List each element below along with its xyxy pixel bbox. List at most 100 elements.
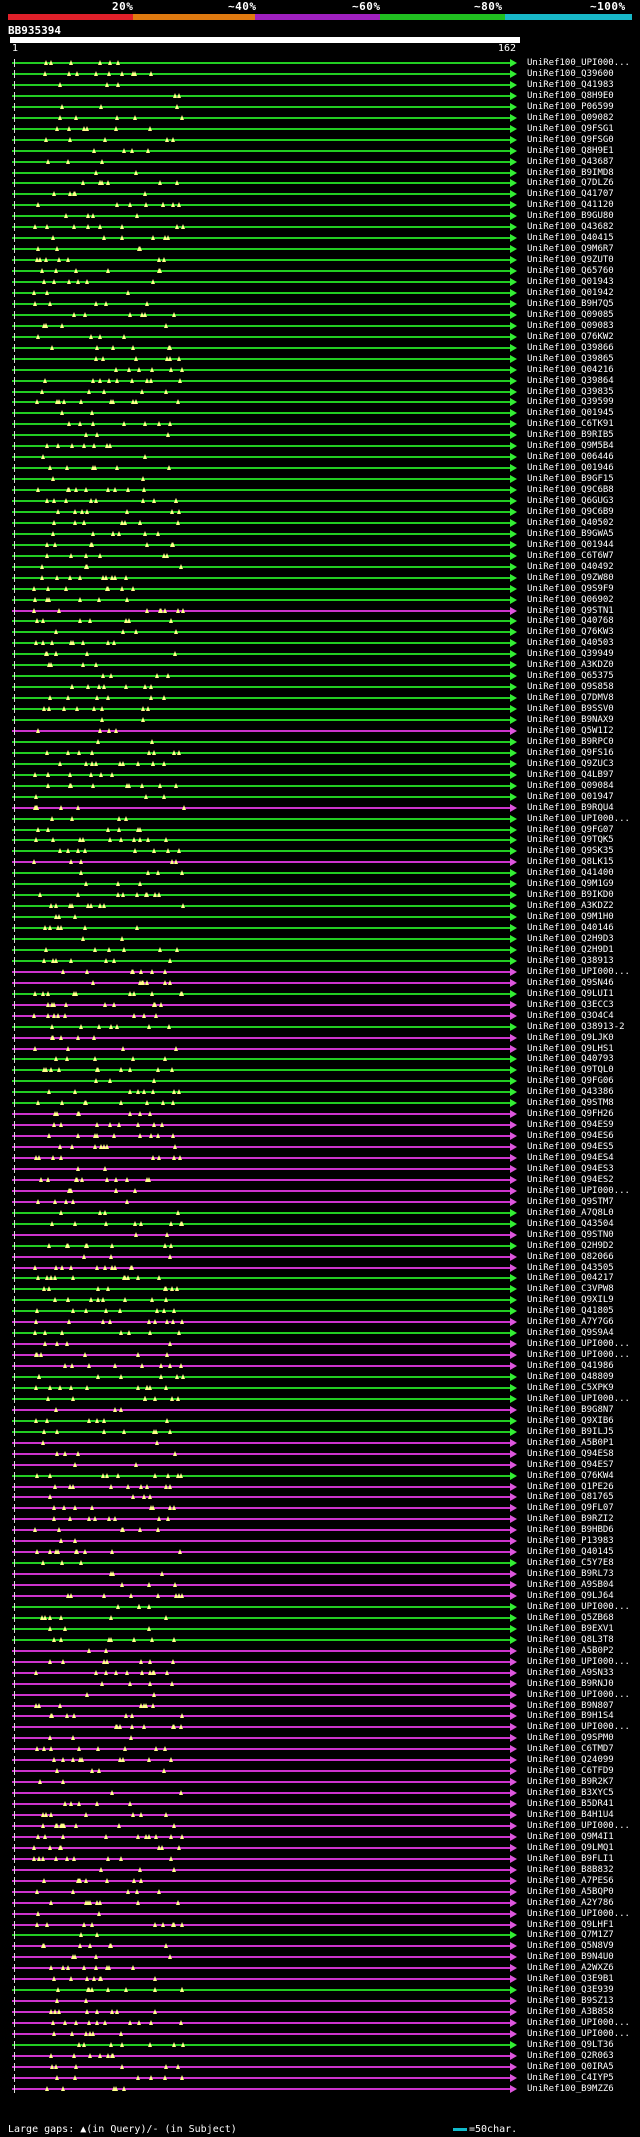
hit-row[interactable]: UniRef100_Q5W1I2	[0, 726, 640, 737]
hit-row[interactable]: UniRef100_Q94ES9	[0, 1120, 640, 1131]
hit-name-link[interactable]: UniRef100_Q9STM8	[527, 1098, 614, 1109]
hit-name-link[interactable]: UniRef100_Q9LMQ1	[527, 1843, 614, 1854]
hit-name-link[interactable]: UniRef100_B9SSV0	[527, 704, 614, 715]
hit-row[interactable]: UniRef100_B9GU80	[0, 211, 640, 222]
hit-name-link[interactable]: UniRef100_Q39835	[527, 387, 614, 398]
hit-row[interactable]: UniRef100_B8B832	[0, 1865, 640, 1876]
hit-row[interactable]: UniRef100_Q40502	[0, 518, 640, 529]
hit-name-link[interactable]: UniRef100_Q7DLZ6	[527, 178, 614, 189]
hit-row[interactable]: UniRef100_UPI000...	[0, 1909, 640, 1920]
hit-name-link[interactable]: UniRef100_Q2R063	[527, 2051, 614, 2062]
hit-name-link[interactable]: UniRef100_Q43687	[527, 157, 614, 168]
hit-name-link[interactable]: UniRef100_B9EXV1	[527, 1624, 614, 1635]
hit-row[interactable]: UniRef100_Q09085	[0, 310, 640, 321]
hit-name-link[interactable]: UniRef100_Q39599	[527, 397, 614, 408]
hit-row[interactable]: UniRef100_B9R2K7	[0, 1777, 640, 1788]
hit-name-link[interactable]: UniRef100_C3VPW8	[527, 1284, 614, 1295]
hit-row[interactable]: UniRef100_Q94ES8	[0, 1449, 640, 1460]
hit-name-link[interactable]: UniRef100_B9R2K7	[527, 1777, 614, 1788]
hit-name-link[interactable]: UniRef100_Q7DMV8	[527, 693, 614, 704]
hit-row[interactable]: UniRef100_UPI000...	[0, 1394, 640, 1405]
hit-name-link[interactable]: UniRef100_Q9STN1	[527, 606, 614, 617]
hit-row[interactable]: UniRef100_A5B0P2	[0, 1646, 640, 1657]
hit-row[interactable]: UniRef100_B9H7Q5	[0, 299, 640, 310]
hit-name-link[interactable]: UniRef100_Q01946	[527, 463, 614, 474]
hit-name-link[interactable]: UniRef100_B8B832	[527, 1865, 614, 1876]
hit-name-link[interactable]: UniRef100_Q9SK35	[527, 846, 614, 857]
hit-name-link[interactable]: UniRef100_Q9STM7	[527, 1197, 614, 1208]
hit-name-link[interactable]: UniRef100_Q94ES6	[527, 1131, 614, 1142]
hit-row[interactable]: UniRef100_Q9M1H0	[0, 912, 640, 923]
hit-row[interactable]: UniRef100_Q5ZB68	[0, 1613, 640, 1624]
hit-row[interactable]: UniRef100_Q38913	[0, 956, 640, 967]
hit-name-link[interactable]: UniRef100_Q65760	[527, 266, 614, 277]
hit-row[interactable]: UniRef100_Q9TQK5	[0, 835, 640, 846]
hit-name-link[interactable]: UniRef100_Q01943	[527, 277, 614, 288]
hit-row[interactable]: UniRef100_Q9FSG0	[0, 135, 640, 146]
hit-row[interactable]: UniRef100_Q3ECC3	[0, 1000, 640, 1011]
hit-row[interactable]: UniRef100_B3XYC5	[0, 1788, 640, 1799]
hit-row[interactable]: UniRef100_Q3O4C4	[0, 1011, 640, 1022]
hit-name-link[interactable]: UniRef100_B9IKD0	[527, 890, 614, 901]
hit-row[interactable]: UniRef100_B9RPC0	[0, 737, 640, 748]
hit-name-link[interactable]: UniRef100_Q9SPM0	[527, 1733, 614, 1744]
hit-row[interactable]: UniRef100_Q9S858	[0, 682, 640, 693]
hit-row[interactable]: UniRef100_UPI000...	[0, 58, 640, 69]
hit-name-link[interactable]: UniRef100_B9NAX9	[527, 715, 614, 726]
hit-row[interactable]: UniRef100_UPI000...	[0, 1690, 640, 1701]
hit-row[interactable]: UniRef100_B9GWA5	[0, 529, 640, 540]
hit-row[interactable]: UniRef100_UPI000...	[0, 1339, 640, 1350]
hit-row[interactable]: UniRef100_Q4LB97	[0, 770, 640, 781]
hit-row[interactable]: UniRef100_Q9FSG1	[0, 124, 640, 135]
hit-row[interactable]: UniRef100_A3KDZ0	[0, 660, 640, 671]
hit-name-link[interactable]: UniRef100_B3XYC5	[527, 1788, 614, 1799]
hit-row[interactable]: UniRef100_Q8H9E0	[0, 91, 640, 102]
hit-name-link[interactable]: UniRef100_Q39865	[527, 354, 614, 365]
hit-row[interactable]: UniRef100_B9HBD6	[0, 1525, 640, 1536]
hit-row[interactable]: UniRef100_C3VPW8	[0, 1284, 640, 1295]
hit-row[interactable]: UniRef100_B9SZ13	[0, 1996, 640, 2007]
hit-name-link[interactable]: UniRef100_Q9XIL9	[527, 1295, 614, 1306]
hit-row[interactable]: UniRef100_UPI000...	[0, 814, 640, 825]
hit-row[interactable]: UniRef100_Q94ES4	[0, 1153, 640, 1164]
hit-row[interactable]: UniRef100_Q81765	[0, 1492, 640, 1503]
hit-name-link[interactable]: UniRef100_Q3O4C4	[527, 1011, 614, 1022]
hit-name-link[interactable]: UniRef100_B9RNJ0	[527, 1679, 614, 1690]
hit-name-link[interactable]: UniRef100_B9N4U0	[527, 1952, 614, 1963]
hit-name-link[interactable]: UniRef100_Q65375	[527, 671, 614, 682]
hit-name-link[interactable]: UniRef100_Q9STN0	[527, 1230, 614, 1241]
hit-name-link[interactable]: UniRef100_Q2H9D3	[527, 934, 614, 945]
hit-row[interactable]: UniRef100_A2WXZ6	[0, 1963, 640, 1974]
hit-row[interactable]: UniRef100_Q7M1Z7	[0, 1930, 640, 1941]
hit-row[interactable]: UniRef100_B9N807	[0, 1701, 640, 1712]
hit-row[interactable]: UniRef100_B9RQU4	[0, 803, 640, 814]
hit-name-link[interactable]: UniRef100_B9GWA5	[527, 529, 614, 540]
hit-row[interactable]: UniRef100_Q9LHF1	[0, 1920, 640, 1931]
hit-name-link[interactable]: UniRef100_Q8H9E1	[527, 146, 614, 157]
hit-row[interactable]: UniRef100_B9RNJ0	[0, 1679, 640, 1690]
hit-row[interactable]: UniRef100_B4H1U4	[0, 1810, 640, 1821]
hit-name-link[interactable]: UniRef100_Q40793	[527, 1054, 614, 1065]
hit-name-link[interactable]: UniRef100_C6TMD7	[527, 1744, 614, 1755]
hit-row[interactable]: UniRef100_Q40492	[0, 562, 640, 573]
hit-row[interactable]: UniRef100_UPI000...	[0, 2018, 640, 2029]
hit-name-link[interactable]: UniRef100_Q8L3T8	[527, 1635, 614, 1646]
hit-row[interactable]: UniRef100_Q06446	[0, 452, 640, 463]
hit-name-link[interactable]: UniRef100_Q9SN46	[527, 978, 614, 989]
hit-row[interactable]: UniRef100_Q9STN1	[0, 606, 640, 617]
hit-row[interactable]: UniRef100_P06599	[0, 102, 640, 113]
hit-row[interactable]: UniRef100_B9IKD0	[0, 890, 640, 901]
hit-name-link[interactable]: UniRef100_UPI000...	[527, 1339, 630, 1350]
hit-row[interactable]: UniRef100_Q9LHS1	[0, 1044, 640, 1055]
hit-name-link[interactable]: UniRef100_Q9FL07	[527, 1503, 614, 1514]
hit-row[interactable]: UniRef100_C5Y7E8	[0, 1558, 640, 1569]
hit-row[interactable]: UniRef100_Q01947	[0, 792, 640, 803]
hit-row[interactable]: UniRef100_Q9M4I1	[0, 1832, 640, 1843]
hit-name-link[interactable]: UniRef100_Q82066	[527, 1252, 614, 1263]
hit-name-link[interactable]: UniRef100_Q1PE26	[527, 1482, 614, 1493]
hit-row[interactable]: UniRef100_Q7DLZ6	[0, 178, 640, 189]
hit-name-link[interactable]: UniRef100_Q40492	[527, 562, 614, 573]
hit-row[interactable]: UniRef100_Q9LJK0	[0, 1033, 640, 1044]
hit-row[interactable]: UniRef100_Q9FS16	[0, 748, 640, 759]
hit-row[interactable]: UniRef100_A9SB04	[0, 1580, 640, 1591]
